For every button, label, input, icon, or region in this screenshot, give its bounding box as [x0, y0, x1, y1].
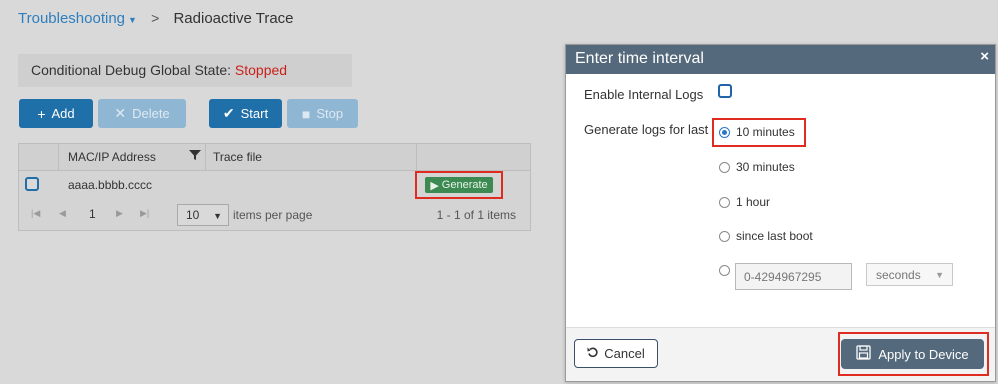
conditional-debug-state: Conditional Debug Global State: Stopped — [18, 54, 352, 87]
items-per-page-label: items per page — [233, 208, 313, 222]
dialog-footer: Cancel Apply to Device — [566, 327, 995, 381]
option-30-minutes-label[interactable]: 30 minutes — [736, 160, 795, 174]
grid-pager: |◀ ◀ 1 ▶ ▶| 10 ▼ items per page 1 - 1 of… — [19, 201, 530, 227]
breadcrumb-troubleshooting-link[interactable]: Troubleshooting — [18, 10, 125, 27]
conditional-debug-label: Conditional Debug Global State: — [31, 62, 232, 78]
dialog-header: Enter time interval × — [566, 45, 995, 74]
add-button-label: Add — [51, 106, 75, 121]
radio-30-minutes[interactable] — [719, 162, 730, 173]
cancel-button-label: Cancel — [604, 346, 645, 361]
start-button-label: Start — [240, 106, 269, 121]
conditional-debug-status: Stopped — [234, 62, 288, 78]
apply-button-label: Apply to Device — [878, 346, 969, 362]
stop-button-label: Stop — [316, 106, 344, 121]
custom-interval-input[interactable]: 0-4294967295 — [735, 263, 852, 290]
undo-icon — [587, 346, 599, 361]
option-1-hour-label[interactable]: 1 hour — [736, 195, 770, 209]
option-since-last-boot-label[interactable]: since last boot — [736, 229, 813, 243]
cancel-button[interactable]: Cancel — [574, 339, 658, 368]
column-divider — [416, 144, 417, 171]
page-size-value: 10 — [186, 208, 200, 222]
page-size-select[interactable]: 10 ▼ — [177, 204, 229, 226]
add-button[interactable]: + Add — [19, 99, 93, 128]
dialog-title: Enter time interval — [575, 50, 704, 67]
prev-page-icon[interactable]: ◀ — [59, 208, 66, 219]
apply-to-device-button[interactable]: Apply to Device — [841, 339, 984, 369]
interval-unit-value: seconds — [876, 268, 921, 282]
time-interval-dialog: Enter time interval × Enable Internal Lo… — [565, 44, 996, 382]
delete-button-label: Delete — [132, 106, 170, 121]
row-select-checkbox[interactable] — [25, 177, 39, 191]
current-page: 1 — [89, 207, 96, 221]
select-column-header — [19, 144, 59, 171]
interval-unit-select[interactable]: seconds ▼ — [866, 263, 953, 286]
option-10-minutes-label[interactable]: 10 minutes — [736, 125, 795, 139]
enable-internal-logs-label: Enable Internal Logs — [584, 87, 704, 102]
chevron-right-icon: > — [151, 10, 160, 26]
stop-button[interactable]: ■ Stop — [287, 99, 358, 128]
radio-custom[interactable] — [719, 265, 730, 276]
radio-1-hour[interactable] — [719, 197, 730, 208]
first-page-icon[interactable]: |◀ — [31, 208, 40, 219]
column-header-trace-file[interactable]: Trace file — [213, 150, 262, 164]
pager-count: 1 - 1 of 1 items — [436, 208, 516, 222]
plus-icon: + — [37, 105, 46, 122]
delete-button[interactable]: ✕ Delete — [98, 99, 186, 128]
generate-logs-label: Generate logs for last — [584, 122, 709, 137]
radio-10-minutes[interactable] — [719, 127, 730, 138]
row-mac-address: aaaa.bbbb.cccc — [68, 178, 153, 192]
column-header-mac[interactable]: MAC/IP Address — [68, 150, 156, 164]
funnel-icon[interactable] — [189, 149, 201, 164]
next-page-icon[interactable]: ▶ — [116, 208, 123, 219]
caret-down-icon: ▼ — [213, 211, 222, 221]
save-icon — [856, 345, 871, 363]
highlight-box — [415, 171, 503, 199]
last-page-icon[interactable]: ▶| — [140, 208, 149, 219]
start-button[interactable]: ✔ Start — [209, 99, 282, 128]
grid-header: MAC/IP Address Trace file — [19, 144, 530, 171]
stop-square-icon: ■ — [301, 105, 311, 122]
check-icon: ✔ — [222, 105, 235, 121]
breadcrumb: Troubleshooting ▼ > Radioactive Trace — [18, 10, 294, 27]
caret-down-icon[interactable]: ▼ — [128, 15, 137, 25]
radio-since-last-boot[interactable] — [719, 231, 730, 242]
enable-internal-logs-checkbox[interactable] — [718, 84, 732, 98]
x-icon: ✕ — [114, 105, 127, 121]
trace-grid: MAC/IP Address Trace file aaaa.bbbb.cccc… — [18, 143, 531, 231]
close-icon[interactable]: × — [980, 48, 989, 65]
caret-down-icon: ▼ — [935, 270, 944, 280]
column-divider — [205, 144, 206, 171]
page-title: Radioactive Trace — [173, 10, 294, 27]
